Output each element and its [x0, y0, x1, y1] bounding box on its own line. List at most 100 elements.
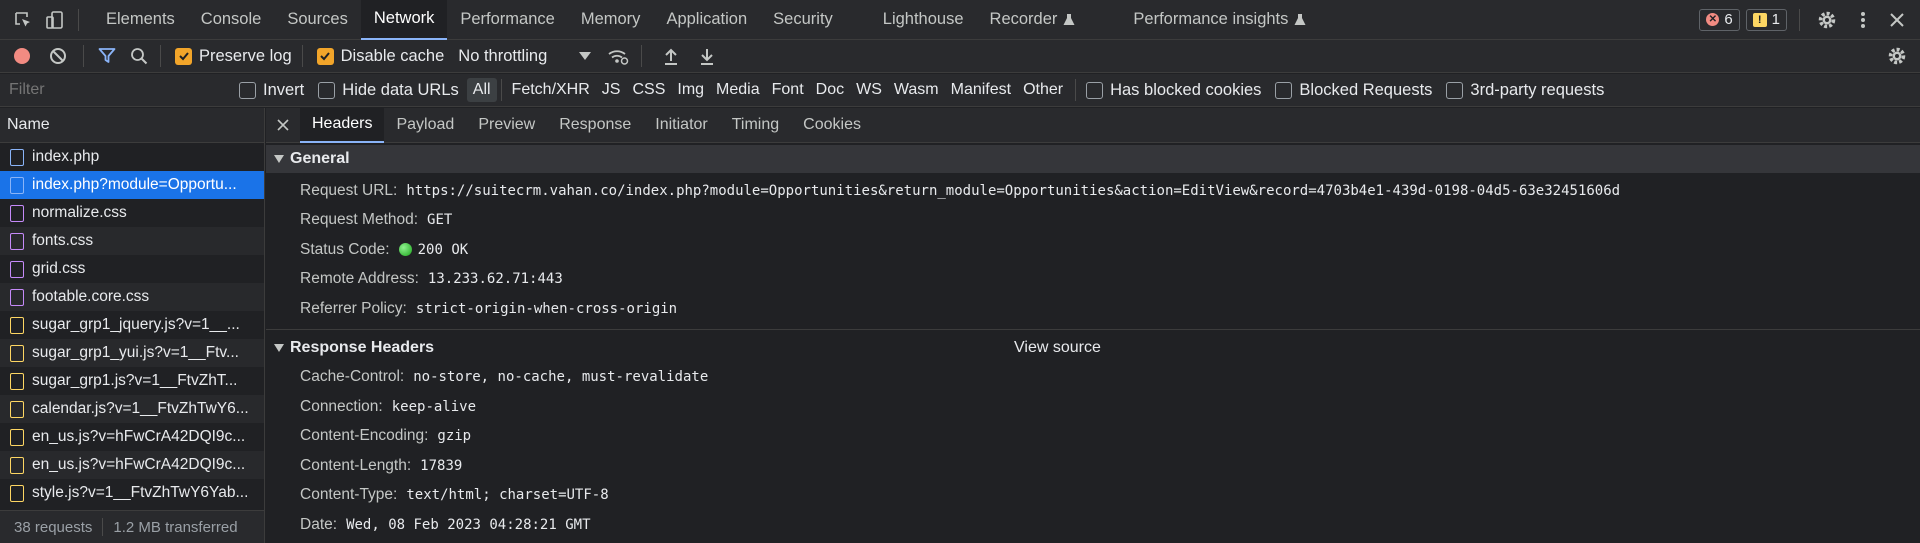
network-conditions-wifi-icon[interactable]	[605, 47, 631, 65]
warning-count-badge[interactable]: ! 1	[1745, 8, 1787, 31]
transferred-size: 1.2 MB transferred	[113, 518, 238, 536]
details-tab-headers[interactable]: Headers	[300, 107, 385, 143]
filter-type-js[interactable]: JS	[596, 78, 627, 102]
tab-elements[interactable]: Elements	[93, 0, 188, 40]
request-row[interactable]: sugar_grp1.js?v=1__FtvZhT...	[0, 367, 264, 395]
column-header-label: Name	[7, 116, 50, 133]
tab-recorder[interactable]: Recorder	[977, 0, 1089, 40]
filter-type-ws[interactable]: WS	[850, 78, 888, 102]
import-har-upload-icon[interactable]	[660, 47, 682, 65]
export-har-download-icon[interactable]	[696, 47, 718, 65]
warning-icon: !	[1752, 12, 1767, 27]
details-tab-payload[interactable]: Payload	[384, 108, 466, 143]
request-row[interactable]: grid.css	[0, 255, 264, 283]
request-row[interactable]: en_us.js?v=hFwCrA42DQI9c...	[0, 423, 264, 451]
device-toolbar-icon[interactable]	[42, 10, 68, 30]
request-row[interactable]: en_us.js?v=hFwCrA42DQI9c...	[0, 451, 264, 479]
header-row-content-length: Content-Length: 17839	[266, 451, 1920, 481]
request-row[interactable]: normalize.css	[0, 199, 264, 227]
response-headers-section-header[interactable]: Response Headers View source	[266, 334, 1920, 362]
details-tab-bar: Headers Payload Preview Response Initiat…	[266, 107, 1920, 143]
name-column-header[interactable]: Name	[0, 108, 264, 143]
hide-data-urls-checkbox[interactable]: Hide data URLs	[318, 81, 459, 100]
filter-type-media[interactable]: Media	[710, 78, 766, 102]
throttling-select[interactable]: No throttling	[458, 47, 592, 66]
details-tab-preview[interactable]: Preview	[466, 108, 547, 143]
third-party-requests-checkbox[interactable]: 3rd-party requests	[1446, 81, 1604, 100]
clear-icon[interactable]	[47, 47, 69, 65]
tab-lighthouse[interactable]: Lighthouse	[870, 0, 977, 40]
disable-cache-checkbox[interactable]: Disable cache	[316, 46, 445, 66]
header-key: Date:	[300, 515, 338, 533]
request-row[interactable]: index.php?module=Opportu...	[0, 171, 264, 199]
inspect-element-icon[interactable]	[10, 10, 36, 30]
details-tab-response[interactable]: Response	[547, 108, 643, 143]
more-options-icon[interactable]	[1848, 11, 1878, 29]
checkbox-unchecked-icon	[1086, 81, 1104, 99]
network-toolbar: Preserve log Disable cache No throttling	[0, 40, 1920, 73]
details-tab-initiator[interactable]: Initiator	[643, 108, 719, 143]
request-row[interactable]: footable.core.css	[0, 283, 264, 311]
section-title: General	[290, 150, 350, 167]
tab-performance[interactable]: Performance	[447, 0, 567, 40]
tab-sources[interactable]: Sources	[274, 0, 361, 40]
preserve-log-label: Preserve log	[199, 46, 292, 65]
tab-network[interactable]: Network	[360, 0, 448, 40]
header-value: 13.233.62.71:443	[427, 271, 563, 288]
filter-type-other[interactable]: Other	[1017, 78, 1069, 102]
tab-application[interactable]: Application	[653, 0, 760, 40]
tab-performance-insights[interactable]: Performance insights	[1120, 0, 1319, 40]
request-name: index.php?module=Opportu...	[32, 176, 237, 193]
filter-funnel-icon[interactable]	[96, 47, 118, 65]
close-devtools-icon[interactable]	[1882, 12, 1912, 28]
settings-gear-icon[interactable]	[1812, 10, 1842, 30]
filter-type-manifest[interactable]: Manifest	[945, 78, 1017, 102]
request-row[interactable]: calendar.js?v=1__FtvZhTwY6...	[0, 395, 264, 423]
invert-checkbox[interactable]: Invert	[239, 81, 304, 100]
filter-type-doc[interactable]: Doc	[810, 78, 850, 102]
script-file-icon	[10, 428, 24, 446]
request-row[interactable]: sugar_grp1_jquery.js?v=1__...	[0, 311, 264, 339]
details-tab-cookies[interactable]: Cookies	[791, 108, 873, 143]
request-row[interactable]: fonts.css	[0, 227, 264, 255]
close-details-icon[interactable]	[266, 119, 300, 131]
request-row[interactable]: style.js?v=1__FtvZhTwY6Yab...	[0, 479, 264, 507]
stylesheet-file-icon	[10, 288, 24, 306]
general-section-header[interactable]: General	[266, 145, 1920, 173]
filter-type-font[interactable]: Font	[766, 78, 810, 102]
filter-type-all[interactable]: All	[466, 78, 497, 102]
request-row[interactable]: index.php	[0, 143, 264, 171]
record-stop-icon[interactable]	[11, 47, 33, 65]
filter-type-css[interactable]: CSS	[626, 78, 671, 102]
request-details-panel: Headers Payload Preview Response Initiat…	[266, 107, 1920, 543]
filter-type-fetch-xhr[interactable]: Fetch/XHR	[506, 78, 596, 102]
has-blocked-cookies-checkbox[interactable]: Has blocked cookies	[1086, 81, 1261, 100]
network-settings-gear-icon[interactable]	[1882, 46, 1912, 66]
divider	[301, 45, 303, 67]
tab-label: Performance	[460, 10, 555, 28]
tab-console[interactable]: Console	[188, 0, 275, 40]
filter-type-img[interactable]: Img	[671, 78, 710, 102]
disable-cache-label: Disable cache	[340, 46, 445, 65]
error-count-badge[interactable]: ✕ 6	[1699, 8, 1740, 31]
network-status-bar: 38 requests 1.2 MB transferred	[0, 510, 264, 543]
filter-type-wasm[interactable]: Wasm	[888, 78, 945, 102]
tab-memory[interactable]: Memory	[568, 0, 654, 40]
divider	[102, 518, 104, 536]
search-icon[interactable]	[128, 47, 150, 65]
request-row[interactable]: sugar_grp1_yui.js?v=1__Ftv...	[0, 339, 264, 367]
view-source-link[interactable]: View source	[1014, 339, 1101, 357]
header-value: GET	[427, 212, 453, 229]
request-name: footable.core.css	[32, 288, 150, 305]
tab-label: Lighthouse	[882, 10, 964, 28]
details-tab-timing[interactable]: Timing	[720, 108, 791, 143]
error-count: 6	[1724, 11, 1733, 28]
script-file-icon	[10, 456, 24, 474]
blocked-requests-checkbox[interactable]: Blocked Requests	[1275, 81, 1432, 100]
filter-input[interactable]	[0, 75, 225, 105]
tab-label: Preview	[478, 116, 536, 133]
preserve-log-checkbox[interactable]: Preserve log	[175, 47, 292, 66]
request-name: sugar_grp1.js?v=1__FtvZhT...	[32, 372, 238, 389]
header-value: text/html; charset=UTF-8	[406, 487, 609, 504]
tab-security[interactable]: Security	[760, 0, 846, 40]
